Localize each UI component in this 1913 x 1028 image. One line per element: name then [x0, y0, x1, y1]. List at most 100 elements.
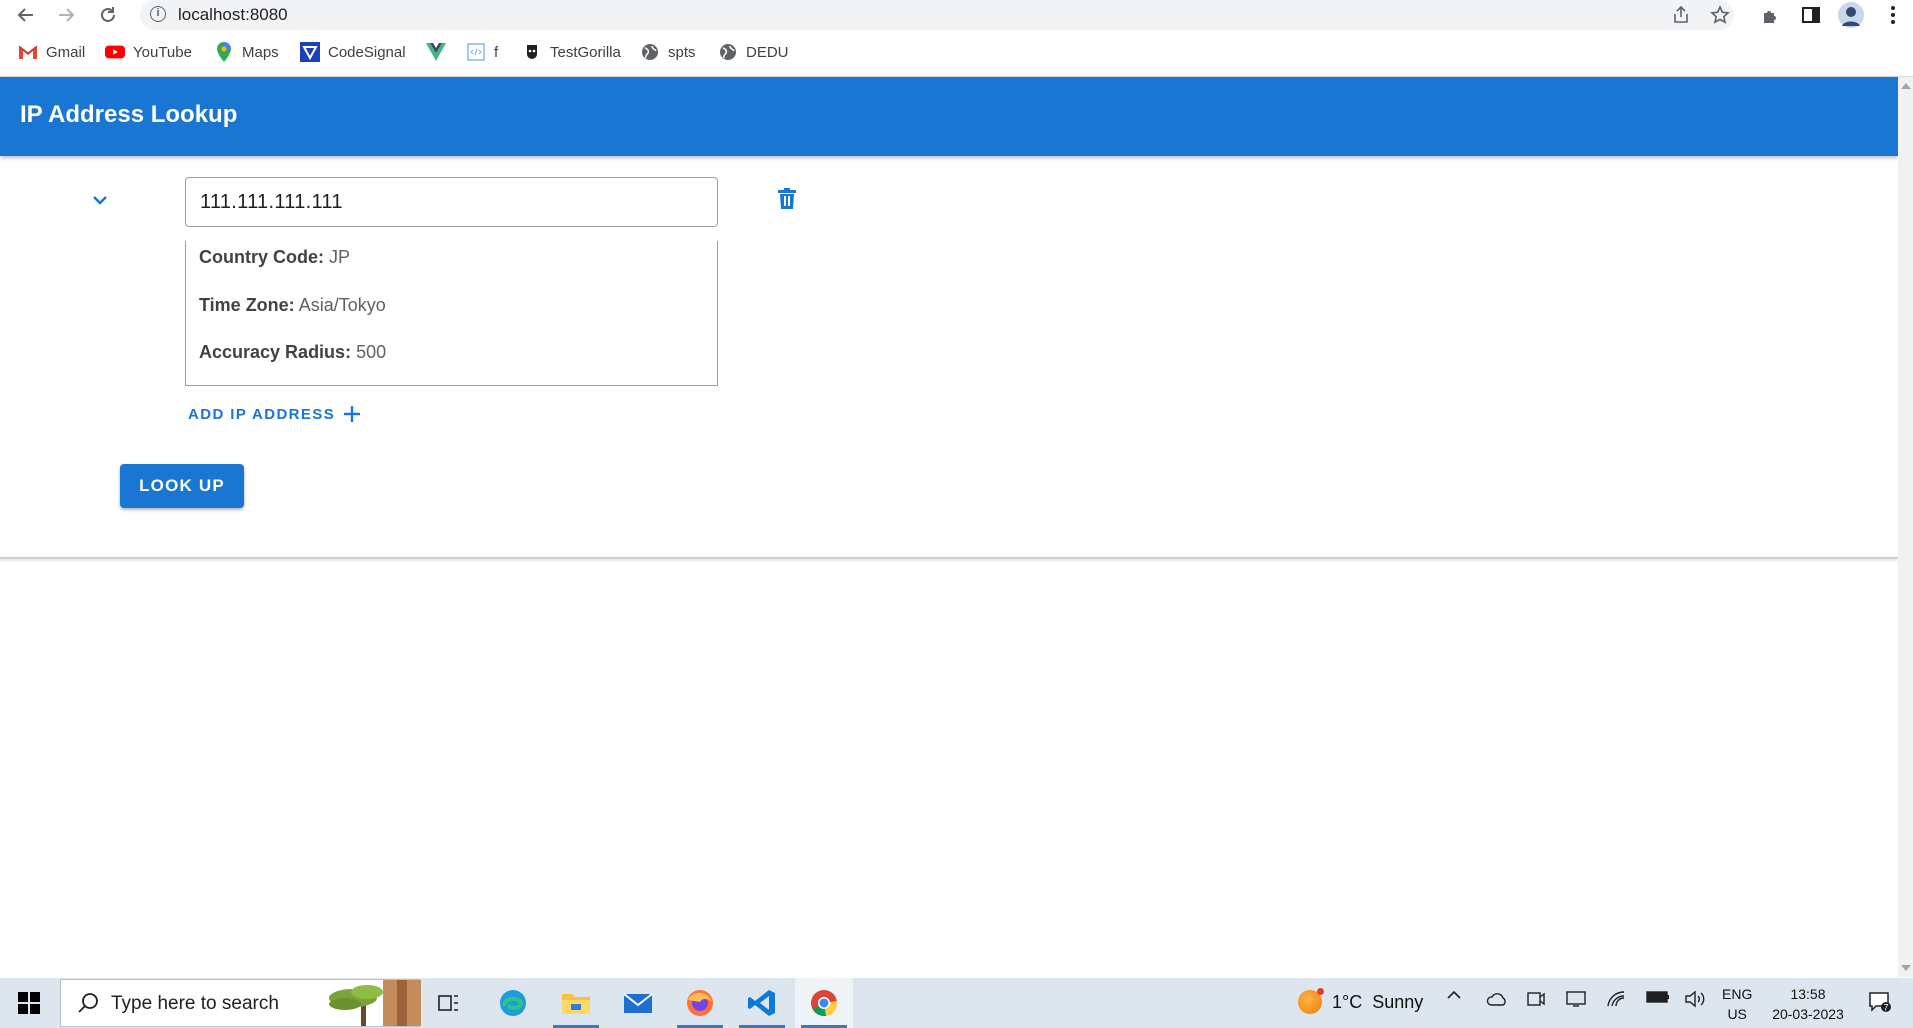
bookmark-label: CodeSignal	[328, 43, 406, 61]
scroll-up-arrow-icon[interactable]	[1901, 83, 1911, 89]
bookmark-codesignal[interactable]: CodeSignal	[300, 42, 406, 62]
firefox-icon	[687, 990, 713, 1016]
taskbar-edge[interactable]	[484, 978, 542, 1028]
app-bar: IP Address Lookup	[0, 77, 1898, 156]
taskbar-task-view[interactable]	[420, 978, 478, 1028]
share-icon[interactable]	[1670, 4, 1692, 26]
detail-country-code: Country Code: JP	[199, 247, 350, 268]
taskbar-file-explorer[interactable]	[547, 978, 605, 1028]
page-scrollbar[interactable]	[1898, 77, 1913, 977]
clock-time: 13:58	[1790, 986, 1826, 1002]
globe-icon	[640, 42, 660, 62]
code-page-icon	[466, 42, 486, 62]
weather-sun-icon	[1298, 988, 1324, 1014]
bookmark-spts[interactable]: spts	[640, 42, 696, 62]
edge-icon	[500, 990, 526, 1016]
bookmark-label: Maps	[242, 43, 279, 61]
profile-avatar[interactable]	[1838, 2, 1864, 28]
bookmark-label: spts	[668, 43, 696, 61]
taskbar-clock[interactable]: 13:58 20-03-2023	[1768, 984, 1848, 1024]
bookmark-label: f	[494, 43, 499, 61]
bookmark-label: YouTube	[133, 43, 192, 61]
gmail-icon	[18, 42, 38, 62]
look-up-button[interactable]: LOOK UP	[120, 464, 244, 508]
bookmark-testgorilla[interactable]: TestGorilla	[522, 42, 621, 62]
browser-chrome: i localhost:8080 Gmail YouTube Maps Code…	[0, 0, 1913, 77]
tray-meet-icon[interactable]	[1526, 990, 1546, 1008]
search-icon	[78, 993, 98, 1013]
app-title: IP Address Lookup	[20, 101, 238, 128]
card-bottom-edge	[0, 557, 1898, 559]
plus-icon	[344, 406, 361, 422]
address-bar[interactable]: i localhost:8080	[140, 0, 1734, 30]
expand-toggle-button[interactable]	[86, 186, 114, 214]
taskbar-firefox[interactable]	[671, 978, 729, 1028]
side-panel-icon[interactable]	[1798, 2, 1824, 28]
arrow-left-icon	[17, 8, 33, 22]
add-ip-label: ADD IP ADDRESS	[188, 405, 336, 423]
site-info-icon[interactable]: i	[150, 6, 166, 22]
back-button[interactable]	[12, 2, 40, 28]
extensions-icon[interactable]	[1758, 2, 1784, 28]
bookmark-label: Gmail	[46, 43, 86, 61]
bookmark-youtube[interactable]: YouTube	[105, 42, 192, 62]
bookmark-f[interactable]: f	[466, 42, 498, 62]
bookmark-gmail[interactable]: Gmail	[18, 42, 85, 62]
volume-icon[interactable]	[1684, 990, 1706, 1008]
detail-value: JP	[329, 247, 351, 267]
bookmark-maps[interactable]: Maps	[214, 42, 279, 62]
notification-center-icon[interactable]: 7	[1868, 991, 1891, 1013]
vscode-icon	[748, 990, 775, 1016]
detail-label: Accuracy Radius:	[199, 342, 352, 362]
battery-icon[interactable]	[1646, 990, 1670, 1004]
taskbar-mail[interactable]	[609, 978, 667, 1028]
maps-icon	[214, 42, 234, 62]
search-placeholder: Type here to search	[111, 993, 279, 1014]
weather-condition: Sunny	[1372, 991, 1424, 1012]
reload-icon	[101, 7, 115, 22]
ip-address-field[interactable]	[185, 177, 718, 227]
notification-count: 7	[1883, 1003, 1888, 1013]
chrome-menu-icon[interactable]	[1880, 2, 1906, 28]
detail-time-zone: Time Zone: Asia/Tokyo	[199, 295, 386, 316]
forward-button[interactable]	[52, 2, 80, 28]
delete-ip-button[interactable]	[775, 186, 799, 212]
windows-start-icon[interactable]	[18, 992, 40, 1014]
chrome-icon	[811, 990, 838, 1017]
trash-icon	[778, 188, 796, 209]
mail-icon	[623, 993, 653, 1013]
bookmark-dedu[interactable]: DEDU	[718, 42, 789, 62]
bookmark-label: DEDU	[746, 43, 789, 61]
taskbar-chrome[interactable]	[795, 978, 853, 1028]
add-ip-address-button[interactable]: ADD IP ADDRESS	[188, 405, 361, 423]
arrow-right-icon	[59, 8, 75, 22]
reload-button[interactable]	[94, 2, 122, 28]
bookmark-star-icon[interactable]	[1709, 4, 1731, 26]
bookmark-vue[interactable]	[426, 42, 446, 62]
detail-value: 500	[356, 342, 387, 362]
taskbar-search-box[interactable]: Type here to search	[60, 979, 421, 1027]
clock-date: 20-03-2023	[1772, 1006, 1844, 1022]
address-url[interactable]: localhost:8080	[178, 5, 288, 25]
keyboard-region: US	[1727, 1006, 1747, 1022]
weather-widget[interactable]: 1°C Sunny	[1298, 988, 1424, 1014]
chevron-up-icon	[1447, 990, 1461, 999]
ip-address-input[interactable]	[200, 178, 700, 226]
bookmark-label: TestGorilla	[550, 43, 621, 61]
scroll-down-arrow-icon[interactable]	[1901, 965, 1911, 971]
detail-value: Asia/Tokyo	[298, 295, 386, 315]
tray-display-icon[interactable]	[1566, 990, 1586, 1008]
bookmarks-bar: Gmail YouTube Maps CodeSignal f TestGori…	[0, 40, 1913, 68]
detail-label: Country Code:	[199, 247, 324, 267]
show-hidden-icons-button[interactable]	[1446, 990, 1462, 1000]
tray-app-icon[interactable]	[1486, 990, 1508, 1010]
youtube-icon	[105, 42, 125, 62]
globe-icon	[718, 42, 738, 62]
testgorilla-icon	[522, 42, 542, 62]
windows-taskbar: Type here to search 1°C Sunny ENG US 13:…	[0, 978, 1913, 1028]
input-language-indicator[interactable]: ENG US	[1722, 984, 1752, 1024]
weather-temperature: 1°C	[1332, 991, 1363, 1012]
detail-accuracy-radius: Accuracy Radius: 500	[199, 342, 386, 363]
taskbar-vscode[interactable]	[733, 978, 791, 1028]
wifi-icon[interactable]	[1606, 990, 1626, 1008]
